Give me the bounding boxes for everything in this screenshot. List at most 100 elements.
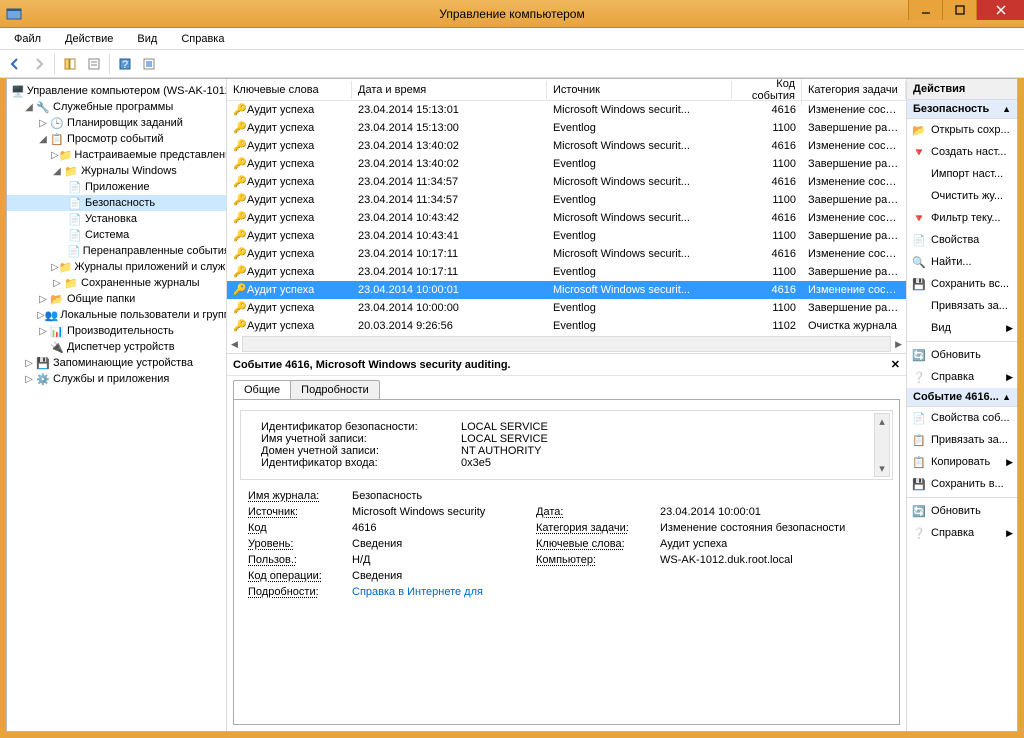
tab-general[interactable]: Общие	[233, 380, 291, 399]
toolbar: ?	[0, 50, 1024, 78]
tree-storage[interactable]: ▷💾Запоминающие устройства	[7, 355, 226, 371]
event-row[interactable]: 🔑Аудит успеха23.04.2014 10:43:41Eventlog…	[227, 227, 906, 245]
event-row[interactable]: 🔑Аудит успеха23.04.2014 13:40:02Microsof…	[227, 137, 906, 155]
action-event-properties[interactable]: 📄Свойства соб...	[907, 407, 1017, 429]
event-row[interactable]: 🔑Аудит успеха23.04.2014 10:17:11Microsof…	[227, 245, 906, 263]
event-row[interactable]: 🔑Аудит успеха23.04.2014 10:17:11Eventlog…	[227, 263, 906, 281]
category-label: Категория задачи:	[536, 522, 656, 534]
help-button[interactable]: ?	[114, 53, 136, 75]
tree-log-security[interactable]: 📄Безопасность	[7, 195, 226, 211]
tree-log-application[interactable]: 📄Приложение	[7, 179, 226, 195]
event-row[interactable]: 🔑Аудит успеха23.04.2014 15:13:01Microsof…	[227, 101, 906, 119]
event-row[interactable]: 🔑Аудит успеха23.04.2014 15:13:00Eventlog…	[227, 119, 906, 137]
key-icon: 🔑	[233, 229, 245, 242]
action-create-view[interactable]: 🔻Создать наст...	[907, 141, 1017, 163]
col-category[interactable]: Категория задачи	[802, 81, 906, 99]
collapse-icon[interactable]: ▲	[1002, 104, 1011, 114]
scroll-right-icon[interactable]: ▶	[895, 339, 906, 350]
action-save-all[interactable]: 💾Сохранить вс...	[907, 273, 1017, 295]
tree-shared-folders[interactable]: ▷📂Общие папки	[7, 291, 226, 307]
tree-users-groups[interactable]: ▷👥Локальные пользователи и группы	[7, 307, 226, 323]
level-label: Уровень:	[248, 538, 348, 550]
action-view[interactable]: Вид▶	[907, 317, 1017, 339]
action-open-saved[interactable]: 📂Открыть сохр...	[907, 119, 1017, 141]
action-event-attach[interactable]: 📋Привязать за...	[907, 429, 1017, 451]
menubar: Файл Действие Вид Справка	[0, 28, 1024, 50]
details-close-icon[interactable]: ✕	[891, 358, 900, 371]
action-clear-log[interactable]: Очистить жу...	[907, 185, 1017, 207]
event-row[interactable]: 🔑Аудит успеха23.04.2014 10:00:01Microsof…	[227, 281, 906, 299]
message-scrollbar[interactable]: ▴▾	[874, 413, 890, 477]
minimize-button[interactable]	[908, 0, 942, 20]
event-row[interactable]: 🔑Аудит успеха23.04.2014 11:34:57Microsof…	[227, 173, 906, 191]
action-import-view[interactable]: Импорт наст...	[907, 163, 1017, 185]
action-properties[interactable]: 📄Свойства	[907, 229, 1017, 251]
event-row[interactable]: 🔑Аудит успеха23.04.2014 10:00:00Eventlog…	[227, 299, 906, 317]
action-save-selected[interactable]: 💾Сохранить в...	[907, 473, 1017, 495]
tree-services-apps[interactable]: ▷⚙️Службы и приложения	[7, 371, 226, 387]
menu-action[interactable]: Действие	[53, 31, 125, 47]
action-filter[interactable]: 🔻Фильтр теку...	[907, 207, 1017, 229]
tree-saved-logs[interactable]: ▷📁Сохраненные журналы	[7, 275, 226, 291]
tab-details[interactable]: Подробности	[290, 380, 380, 399]
h-scrollbar[interactable]	[242, 336, 891, 352]
log-name-label: Имя журнала:	[248, 490, 348, 502]
col-source[interactable]: Источник	[547, 81, 732, 99]
tree-windows-logs[interactable]: ◢📁Журналы Windows	[7, 163, 226, 179]
action-refresh-2[interactable]: 🔄Обновить	[907, 500, 1017, 522]
extra-button[interactable]	[138, 53, 160, 75]
menu-view[interactable]: Вид	[125, 31, 169, 47]
menu-file[interactable]: Файл	[2, 31, 53, 47]
action-refresh[interactable]: 🔄Обновить	[907, 344, 1017, 366]
action-help[interactable]: ❔Справка▶	[907, 366, 1017, 388]
help-icon: ❔	[911, 369, 927, 385]
tree-pane: 🖥️Управление компьютером (WS-AK-1012) ◢🔧…	[7, 79, 227, 731]
col-datetime[interactable]: Дата и время	[352, 81, 547, 99]
action-help-2[interactable]: ❔Справка▶	[907, 522, 1017, 544]
arrow-icon: ▶	[1006, 372, 1013, 383]
tree-log-forwarded[interactable]: 📄Перенаправленные события	[7, 243, 226, 259]
code-value: 4616	[352, 522, 532, 534]
tree-device-manager[interactable]: 🔌Диспетчер устройств	[7, 339, 226, 355]
maximize-button[interactable]	[942, 0, 976, 20]
event-row[interactable]: 🔑Аудит успеха23.04.2014 13:40:02Eventlog…	[227, 155, 906, 173]
computer-label: Компьютер:	[536, 554, 656, 566]
log-name-value: Безопасность	[352, 490, 532, 502]
tree-root[interactable]: 🖥️Управление компьютером (WS-AK-1012)	[7, 83, 226, 99]
details-pane: Событие 4616, Microsoft Windows security…	[227, 353, 906, 731]
tree-log-setup[interactable]: 📄Установка	[7, 211, 226, 227]
collapse-icon[interactable]: ▲	[1002, 392, 1011, 402]
action-copy[interactable]: 📋Копировать▶	[907, 451, 1017, 473]
tree-performance[interactable]: ▷📊Производительность	[7, 323, 226, 339]
show-hide-tree-button[interactable]	[59, 53, 81, 75]
action-find[interactable]: 🔍Найти...	[907, 251, 1017, 273]
tree-event-viewer[interactable]: ◢📋Просмотр событий	[7, 131, 226, 147]
tree-app-service-logs[interactable]: ▷📁Журналы приложений и служб	[7, 259, 226, 275]
event-row[interactable]: 🔑Аудит успеха23.04.2014 10:43:42Microsof…	[227, 209, 906, 227]
moreinfo-label: Подробности:	[248, 586, 348, 598]
actions-section-security[interactable]: Безопасность▲	[907, 100, 1017, 119]
event-row[interactable]: 🔑Аудит успеха23.04.2014 11:34:57Eventlog…	[227, 191, 906, 209]
col-keywords[interactable]: Ключевые слова	[227, 81, 352, 99]
actions-pane: Действия Безопасность▲ 📂Открыть сохр... …	[907, 79, 1017, 731]
filter-new-icon: 🔻	[911, 144, 927, 160]
grid-header: Ключевые слова Дата и время Источник Код…	[227, 79, 906, 101]
tree-custom-views[interactable]: ▷📁Настраиваемые представления	[7, 147, 226, 163]
back-button[interactable]	[4, 53, 26, 75]
tree-system-tools[interactable]: ◢🔧Служебные программы	[7, 99, 226, 115]
actions-section-event[interactable]: Событие 4616...▲	[907, 388, 1017, 407]
close-button[interactable]	[976, 0, 1024, 20]
secid-value: LOCAL SERVICE	[461, 421, 872, 433]
scroll-left-icon[interactable]: ◀	[227, 339, 238, 350]
key-icon: 🔑	[233, 211, 245, 224]
menu-help[interactable]: Справка	[169, 31, 236, 47]
source-label: Источник:	[248, 506, 348, 518]
tree-log-system[interactable]: 📄Система	[7, 227, 226, 243]
action-attach-task[interactable]: Привязать за...	[907, 295, 1017, 317]
forward-button[interactable]	[28, 53, 50, 75]
event-row[interactable]: 🔑Аудит успеха20.03.2014 9:26:56Eventlog1…	[227, 317, 906, 335]
event-message-box: Идентификатор безопасности:LOCAL SERVICE…	[240, 410, 893, 480]
tree-task-scheduler[interactable]: ▷🕒Планировщик заданий	[7, 115, 226, 131]
content-area: 🖥️Управление компьютером (WS-AK-1012) ◢🔧…	[6, 78, 1018, 732]
properties-button[interactable]	[83, 53, 105, 75]
